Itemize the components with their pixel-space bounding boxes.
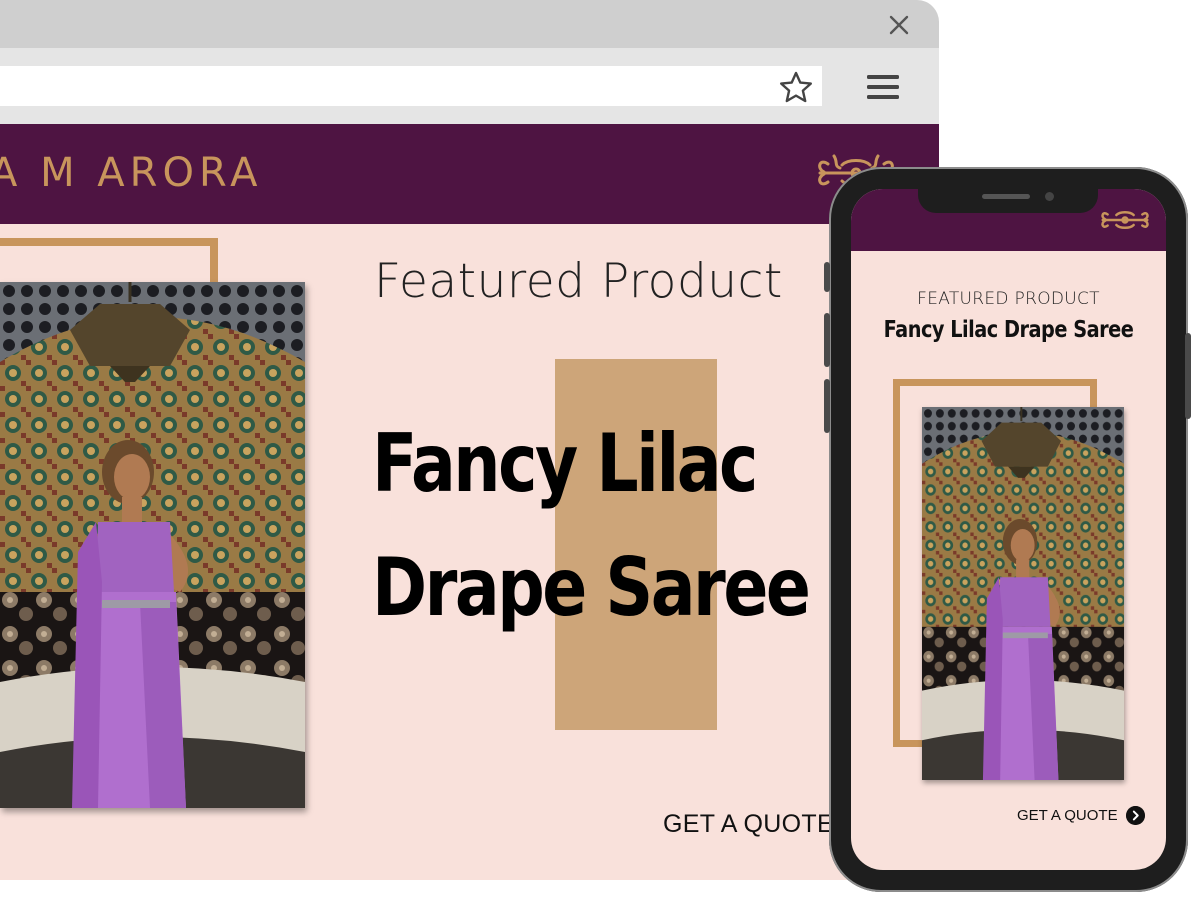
mobile-get-a-quote-button[interactable]: GET A QUOTE	[1017, 806, 1145, 825]
brand-logo-text[interactable]: A M ARORA	[0, 150, 262, 196]
browser-title-bar	[0, 0, 939, 48]
phone-notch	[918, 185, 1098, 213]
phone-power-button	[1185, 333, 1191, 419]
product-title: Fancy Lilac Drape Saree	[372, 402, 811, 650]
mobile-product-photo[interactable]	[922, 407, 1124, 780]
mobile-product-title: Fancy Lilac Drape Saree	[883, 317, 1134, 343]
phone-front-camera	[1045, 192, 1054, 201]
browser-toolbar	[0, 48, 939, 124]
chevron-right-circle-icon	[1125, 806, 1145, 825]
phone-mute-switch	[824, 262, 830, 292]
featured-product-section: Featured Product Fancy Lilac Drape Saree…	[0, 224, 939, 880]
get-a-quote-label: GET A QUOTE	[663, 809, 834, 838]
mobile-phone-mockup: FEATURED PRODUCT Fancy Lilac Drape Saree	[824, 167, 1191, 892]
desktop-browser-window: A M ARORA Featured Product Fancy Lilac D…	[0, 0, 939, 880]
phone-volume-down-button	[824, 379, 830, 433]
star-outline-icon[interactable]	[778, 70, 814, 104]
mobile-featured-product-label: FEATURED PRODUCT	[917, 289, 1100, 309]
product-title-line-1: Fancy Lilac	[372, 417, 758, 510]
featured-product-label: Featured Product	[374, 254, 783, 309]
product-title-line-2: Drape Saree	[372, 541, 811, 634]
phone-speaker	[982, 194, 1030, 199]
address-bar[interactable]	[0, 66, 822, 106]
site-header: A M ARORA	[0, 124, 939, 224]
close-icon[interactable]	[884, 10, 914, 40]
product-photo[interactable]	[0, 282, 305, 808]
mobile-screen: FEATURED PRODUCT Fancy Lilac Drape Saree	[851, 189, 1166, 870]
mobile-get-a-quote-label: GET A QUOTE	[1017, 807, 1118, 824]
hamburger-menu-icon[interactable]	[863, 70, 903, 104]
decorative-scroll-ornament-icon	[1101, 211, 1149, 229]
phone-volume-up-button	[824, 313, 830, 367]
